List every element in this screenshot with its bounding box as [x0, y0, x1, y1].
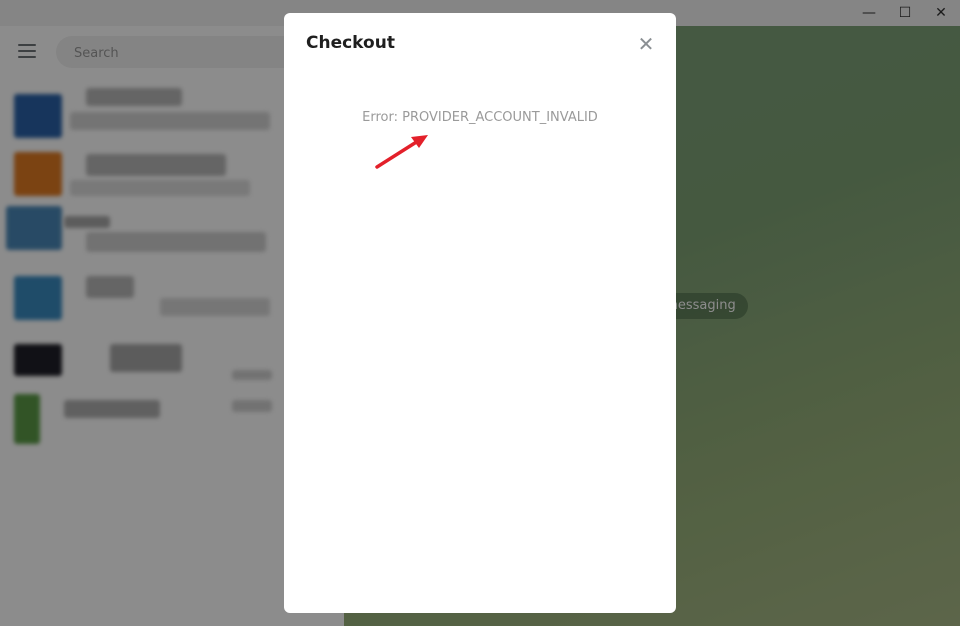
checkout-dialog: Checkout ✕ Error: PROVIDER_ACCOUNT_INVAL… [284, 13, 676, 613]
dialog-title: Checkout [306, 33, 395, 53]
close-icon[interactable]: ✕ [634, 32, 658, 56]
error-message: Error: PROVIDER_ACCOUNT_INVALID [362, 110, 598, 125]
annotation-arrow-icon [375, 135, 428, 169]
